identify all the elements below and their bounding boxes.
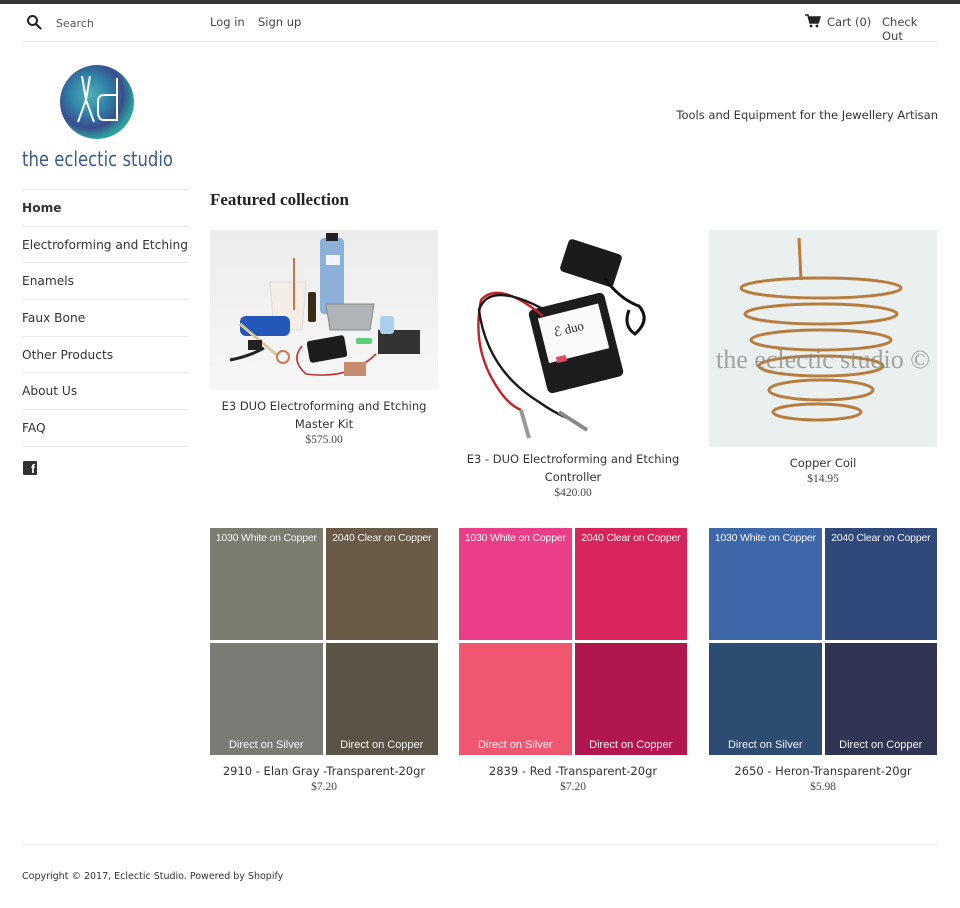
product-card[interactable]: 1030 White on Copper 2040 Clear on Coppe…: [459, 528, 687, 793]
product-image-swatches[interactable]: 1030 White on Copper 2040 Clear on Coppe…: [709, 528, 937, 755]
swatch: Direct on Silver: [709, 643, 822, 755]
sidebar-item-electroforming[interactable]: Electroforming and Etching: [22, 227, 188, 264]
swatch: 1030 White on Copper: [459, 528, 572, 640]
product-title[interactable]: E3 DUO Electroforming and Etching Master…: [210, 397, 438, 433]
footer-divider: [22, 844, 938, 845]
cart-link[interactable]: Cart (0): [827, 15, 871, 29]
swatch: Direct on Copper: [325, 643, 438, 755]
sidebar-item-home[interactable]: Home: [22, 190, 188, 227]
search-icon[interactable]: [26, 14, 42, 30]
product-price: $7.20: [311, 781, 337, 793]
cart-icon[interactable]: [805, 14, 821, 28]
sidebar-item-other-products[interactable]: Other Products: [22, 337, 188, 374]
swatch: 2040 Clear on Copper: [824, 528, 937, 640]
product-image-swatches[interactable]: 1030 White on Copper 2040 Clear on Coppe…: [459, 528, 687, 755]
facebook-icon[interactable]: f: [23, 461, 37, 476]
tagline: Tools and Equipment for the Jewellery Ar…: [676, 108, 938, 122]
product-price: $575.00: [305, 434, 343, 446]
product-price: $420.00: [554, 487, 592, 499]
product-card[interactable]: the eclectic studio © Copper Coil $14.95: [709, 230, 937, 485]
sidebar-item-enamels[interactable]: Enamels: [22, 263, 188, 301]
product-card[interactable]: E3 DUO Electroforming and Etching Master…: [210, 230, 438, 446]
product-title[interactable]: 2650 - Heron-Transparent-20gr: [709, 762, 937, 780]
signup-link[interactable]: Sign up: [258, 15, 301, 29]
product-title[interactable]: E3 - DUO Electroforming and Etching Cont…: [459, 450, 687, 486]
sidebar-item-faux-bone[interactable]: Faux Bone: [22, 300, 188, 337]
swatch: 2040 Clear on Copper: [325, 528, 438, 640]
swatch: 1030 White on Copper: [210, 528, 323, 640]
product-price: $7.20: [560, 781, 586, 793]
product-image-kit[interactable]: [210, 230, 438, 390]
checkout-link[interactable]: Check Out: [882, 15, 938, 43]
copyright: Copyright © 2017, Eclectic Studio. Power…: [22, 871, 284, 882]
sidebar-nav: Home Electroforming and Etching Enamels …: [22, 189, 188, 447]
section-title: Featured collection: [210, 190, 349, 209]
product-card[interactable]: ℰ duo E3 - DUO Electroforming and Etchin…: [459, 230, 687, 499]
product-title[interactable]: 2910 - Elan Gray -Transparent-20gr: [210, 762, 438, 780]
swatch: Direct on Silver: [210, 643, 323, 755]
sidebar-item-faq[interactable]: FAQ: [22, 410, 188, 447]
product-card[interactable]: 1030 White on Copper 2040 Clear on Coppe…: [709, 528, 937, 793]
store-logo[interactable]: the eclectic studio: [22, 62, 177, 172]
logo-text: the eclectic studio: [22, 147, 173, 171]
product-image-controller[interactable]: ℰ duo: [459, 230, 687, 443]
swatch: 2040 Clear on Copper: [574, 528, 687, 640]
swatch: Direct on Copper: [574, 643, 687, 755]
swatch: Direct on Copper: [824, 643, 937, 755]
login-link[interactable]: Log in: [210, 15, 245, 29]
product-image-swatches[interactable]: 1030 White on Copper 2040 Clear on Coppe…: [210, 528, 438, 755]
product-price: $14.95: [807, 473, 839, 485]
search-input[interactable]: [56, 14, 206, 32]
sidebar-item-about-us[interactable]: About Us: [22, 373, 188, 411]
image-watermark: the eclectic studio ©: [716, 345, 930, 374]
product-title[interactable]: 2839 - Red -Transparent-20gr: [459, 762, 687, 780]
product-card[interactable]: 1030 White on Copper 2040 Clear on Coppe…: [210, 528, 438, 793]
swatch: Direct on Silver: [459, 643, 572, 755]
swatch: 1030 White on Copper: [709, 528, 822, 640]
logo-graphic: the eclectic studio: [22, 65, 173, 171]
product-image-copper-coil[interactable]: the eclectic studio ©: [709, 230, 937, 447]
header: Log in Sign up Cart (0) Check Out: [22, 4, 938, 43]
product-price: $5.98: [810, 781, 836, 793]
product-title[interactable]: Copper Coil: [709, 454, 937, 472]
